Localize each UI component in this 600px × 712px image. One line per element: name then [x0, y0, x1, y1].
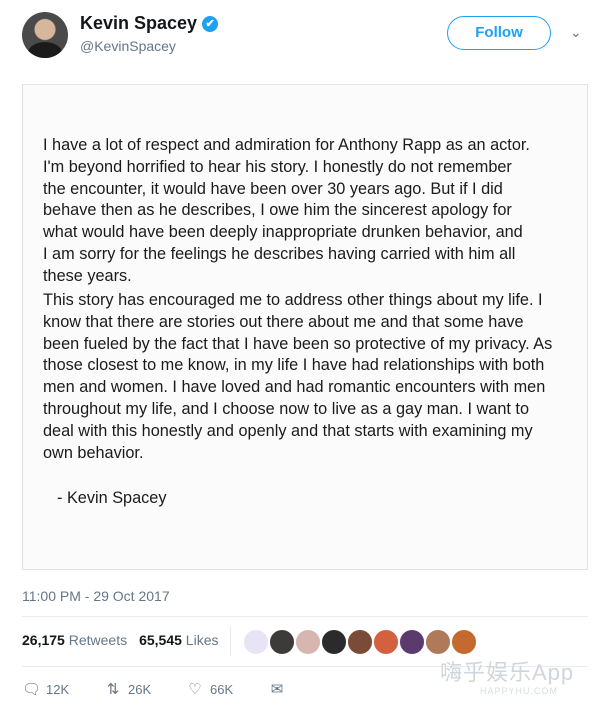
liker-avatar[interactable]	[424, 628, 452, 656]
likes-label: Likes	[185, 632, 219, 648]
retweet-icon: ⇅	[106, 681, 120, 698]
avatar[interactable]	[22, 12, 68, 58]
reply-icon: 🗨	[22, 681, 42, 698]
retweets-count: 26,175	[22, 632, 65, 648]
liker-avatar[interactable]	[294, 628, 322, 656]
statement-image[interactable]: I have a lot of respect and admiration f…	[22, 84, 588, 570]
liker-avatar[interactable]	[450, 628, 478, 656]
chevron-down-icon[interactable]: ⌄	[570, 24, 582, 41]
liker-avatar[interactable]	[268, 628, 296, 656]
statement-paragraph-1: I have a lot of respect and admiration f…	[43, 136, 530, 285]
retweet-count: 26K	[128, 682, 152, 697]
user-handle[interactable]: @KevinSpacey	[80, 38, 176, 54]
liker-avatar[interactable]	[242, 628, 270, 656]
direct-message-button[interactable]: ✉	[268, 680, 292, 698]
reply-button[interactable]: 🗨 12K	[22, 680, 69, 698]
display-name-text[interactable]: Kevin Spacey	[80, 13, 197, 33]
retweets-stat[interactable]: 26,175 Retweets	[22, 632, 127, 648]
heart-icon: ♡	[188, 681, 202, 698]
like-count: 66K	[210, 682, 234, 697]
envelope-icon: ✉	[270, 681, 284, 698]
liker-avatar[interactable]	[346, 628, 374, 656]
tweet-header: Kevin Spacey ✔ @KevinSpacey Follow ⌄	[0, 0, 600, 70]
retweets-label: Retweets	[68, 632, 128, 648]
watermark-subtext: HAPPYHU.COM	[480, 686, 559, 696]
verified-badge-icon: ✔	[202, 16, 219, 32]
tweet-timestamp[interactable]: 11:00 PM - 29 Oct 2017	[22, 588, 170, 604]
likes-stat[interactable]: 65,545 Likes	[139, 632, 218, 648]
statement-signature: - Kevin Spacey	[57, 489, 167, 507]
likes-count: 65,545	[139, 632, 182, 648]
liker-avatar[interactable]	[398, 628, 426, 656]
liker-avatar[interactable]	[320, 628, 348, 656]
retweet-button[interactable]: ⇅ 26K	[104, 680, 151, 698]
display-name[interactable]: Kevin Spacey ✔	[80, 13, 219, 34]
watermark: 嗨乎娱乐App	[440, 660, 575, 685]
like-button[interactable]: ♡ 66K	[186, 680, 233, 698]
liker-avatar[interactable]	[372, 628, 400, 656]
reply-count: 12K	[46, 682, 70, 697]
statement-paragraph-2: This story has encouraged me to address …	[43, 291, 553, 462]
tweet-stats: 26,175 Retweets 65,545 Likes	[22, 632, 218, 648]
follow-button[interactable]: Follow	[447, 16, 551, 50]
divider	[22, 616, 588, 617]
stats-separator	[230, 626, 231, 656]
